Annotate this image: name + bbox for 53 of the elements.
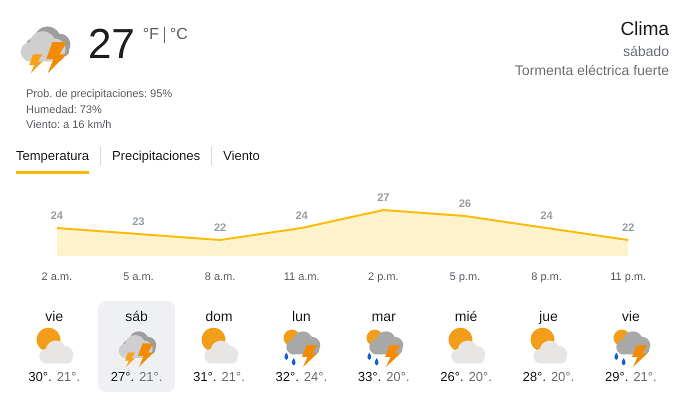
day-name: lun <box>292 306 311 324</box>
high-temperature: 29°. <box>605 368 628 384</box>
low-temperature: 20°. <box>468 368 492 384</box>
hour-label: 2 p.m. <box>368 270 399 282</box>
high-temperature: 32°. <box>276 368 299 384</box>
hour-label: 11 a.m. <box>284 270 320 282</box>
day-forecast[interactable]: sáb 27°. 21°. <box>98 300 175 392</box>
temperature-label: 24 <box>296 210 308 222</box>
day-name: vie <box>622 306 640 324</box>
temperature-label: 27 <box>377 192 390 204</box>
tab[interactable]: Precipitaciones <box>112 144 200 174</box>
day-name: vie <box>45 306 64 324</box>
hour-label: 5 a.m. <box>123 270 154 282</box>
hour-label: 11 p.m. <box>610 270 646 282</box>
high-temperature: 31°. <box>193 368 216 384</box>
high-temperature: 27°. <box>110 368 134 384</box>
low-temperature: 21°. <box>633 368 657 384</box>
day-name: sáb <box>125 306 148 324</box>
low-temperature: 21°. <box>139 368 162 384</box>
temperature-label: 22 <box>214 222 226 234</box>
temperature-label: 24 <box>50 210 63 222</box>
tab[interactable]: Viento <box>223 144 260 174</box>
low-temperature: 20°. <box>550 368 574 384</box>
weather-detail: Viento: a 16 km/h <box>26 118 112 133</box>
hour-label: 8 p.m. <box>531 270 562 282</box>
condition-label: Tormenta eléctrica fuerte <box>514 61 669 80</box>
hour-label: 8 a.m. <box>204 270 236 282</box>
temperature-label: 23 <box>132 216 145 228</box>
high-temperature: 33°. <box>358 368 382 384</box>
unit-toggle[interactable]: °F <box>142 26 159 44</box>
day-name: mié <box>454 306 478 324</box>
hour-label: 2 a.m. <box>42 270 72 282</box>
temperature-label: 24 <box>540 210 553 222</box>
low-temperature: 24°. <box>304 368 328 384</box>
low-temperature: 20°. <box>386 368 410 384</box>
temperature-label: 22 <box>622 222 634 234</box>
temperature-label: 26 <box>458 198 472 210</box>
weather-detail: Humedad: 73% <box>26 102 103 118</box>
unit-toggle[interactable]: °C <box>170 26 188 44</box>
day-name: dom <box>205 306 233 324</box>
day-name: mar <box>372 306 396 324</box>
day-label: sábado <box>623 42 669 61</box>
high-temperature: 28°. <box>522 368 546 384</box>
hour-label: 5 p.m. <box>450 270 480 282</box>
widget-title: Clima <box>620 18 669 42</box>
tab[interactable]: Temperatura <box>16 144 89 174</box>
current-temperature: 27 <box>88 20 135 68</box>
high-temperature: 26°. <box>440 368 464 384</box>
low-temperature: 21°. <box>56 368 80 384</box>
weather-detail: Prob. de precipitaciones: 95% <box>26 87 174 102</box>
high-temperature: 30°. <box>28 368 52 384</box>
low-temperature: 21°. <box>221 368 245 384</box>
day-name: jue <box>539 306 558 324</box>
